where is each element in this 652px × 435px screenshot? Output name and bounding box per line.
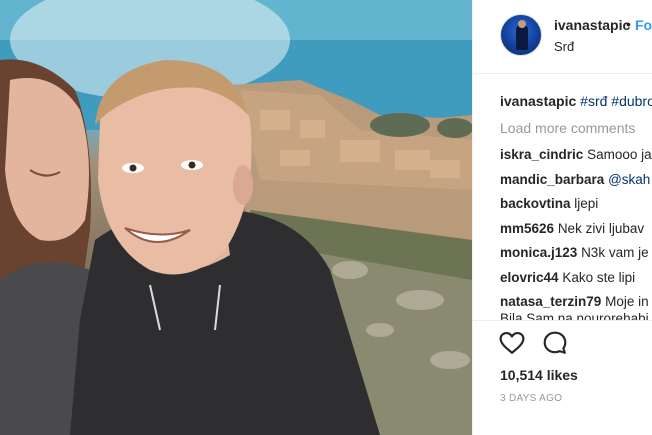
post-actions: [473, 322, 652, 366]
caption: ivanastapic #srđ #dubro: [500, 93, 652, 109]
photo-illustration: [0, 0, 472, 435]
comment-text: Moje in: [605, 294, 649, 309]
comment-item: mm5626 Nek zivi ljubav: [500, 221, 644, 236]
comment-username[interactable]: natasa_terzin79: [500, 294, 601, 309]
comment-item: natasa_terzin79 Moje in: [500, 294, 649, 309]
post-photo[interactable]: [0, 0, 472, 435]
comment-item: mandic_barbara @skah: [500, 172, 650, 187]
heart-icon[interactable]: [499, 330, 525, 356]
comment-username[interactable]: monica.j123: [500, 245, 577, 260]
comment-text: N3k vam je: [581, 245, 649, 260]
like-count[interactable]: 10,514 likes: [500, 367, 578, 383]
comment-text: Nek zivi ljubav: [557, 221, 645, 236]
load-more-comments-button[interactable]: Load more comments: [500, 120, 635, 136]
comment-text: Kako ste lipi: [562, 270, 636, 285]
comment-item: iskra_cindric Samooo ja: [500, 147, 652, 162]
comment-username[interactable]: elovric44: [500, 270, 559, 285]
comment-item: elovric44 Kako ste lipi: [500, 270, 635, 285]
post-header: ivanastapic • Fo Srđ: [473, 0, 652, 74]
post-side-panel: ivanastapic • Fo Srđ ivanastapic #srđ #d…: [472, 0, 652, 435]
comment-text: Bila Sam na nourorehabi: [500, 311, 649, 320]
comment-item: backovtina ljepi: [500, 196, 598, 211]
comment-item: Bila Sam na nourorehabi: [500, 311, 649, 320]
avatar[interactable]: [500, 14, 542, 56]
comment-username[interactable]: iskra_cindric: [500, 147, 583, 162]
comment-username[interactable]: backovtina: [500, 196, 571, 211]
follow-button[interactable]: Fo: [635, 17, 652, 33]
avatar-head: [518, 20, 526, 28]
comment-mention[interactable]: @skah: [608, 172, 650, 187]
comment-username[interactable]: mm5626: [500, 221, 554, 236]
comment-item: monica.j123 N3k vam je: [500, 245, 649, 260]
comments-list[interactable]: ivanastapic #srđ #dubro Load more commen…: [473, 84, 652, 320]
comment-username[interactable]: mandic_barbara: [500, 172, 604, 187]
post-timestamp[interactable]: 3 DAYS AGO: [500, 393, 562, 404]
caption-username[interactable]: ivanastapic: [500, 93, 576, 109]
comment-text: Samooo ja: [587, 147, 652, 162]
divider: [473, 320, 652, 321]
author-username[interactable]: ivanastapic: [554, 17, 630, 33]
comment-bubble-icon[interactable]: [542, 330, 568, 356]
caption-hashtags[interactable]: #srđ #dubro: [580, 93, 652, 109]
comment-text: ljepi: [574, 196, 599, 211]
separator-dot: •: [626, 16, 631, 32]
location-link[interactable]: Srđ: [554, 39, 574, 54]
